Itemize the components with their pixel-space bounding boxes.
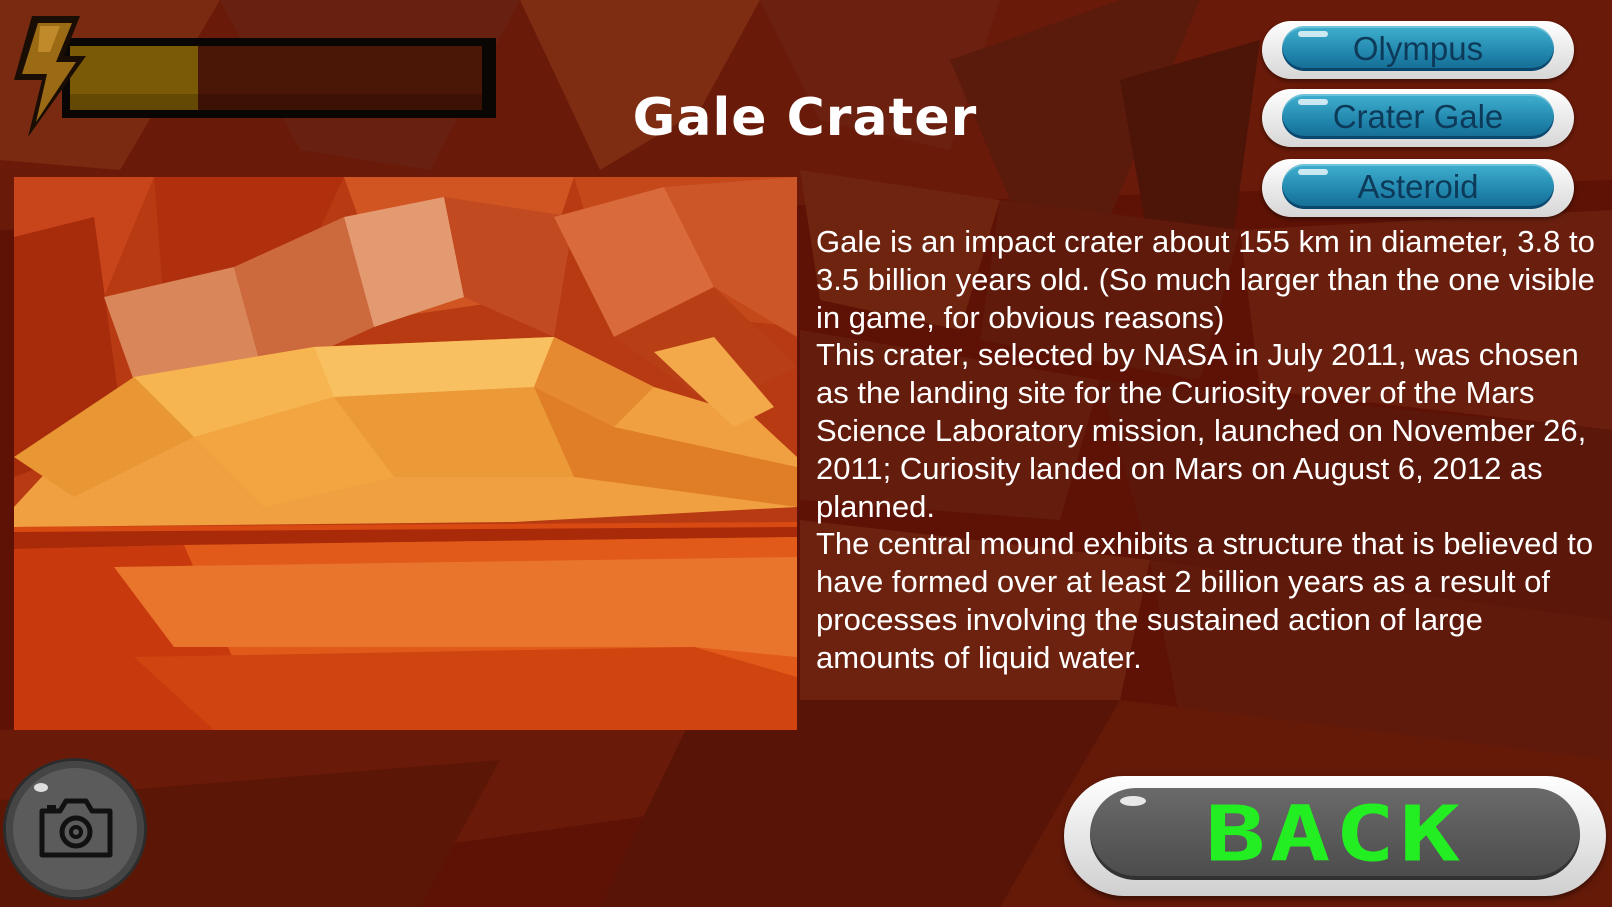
location-preview-image bbox=[14, 177, 797, 730]
button-shine bbox=[1298, 99, 1328, 105]
location-button-olympus[interactable]: Olympus bbox=[1262, 21, 1574, 79]
button-shine bbox=[1298, 169, 1328, 175]
location-button-asteroid[interactable]: Asteroid bbox=[1262, 159, 1574, 217]
lightning-bolt-icon bbox=[14, 16, 86, 137]
button-shine bbox=[1298, 31, 1328, 37]
location-description: Gale is an impact crater about 155 km in… bbox=[816, 223, 1606, 677]
page-title: Gale Crater bbox=[632, 88, 978, 148]
back-button[interactable]: BACK bbox=[1064, 776, 1606, 896]
camera-icon bbox=[39, 798, 113, 858]
button-shine bbox=[34, 783, 48, 792]
game-screen: Gale Crater Gale is an impact crater abo… bbox=[0, 0, 1612, 907]
location-button-label: Asteroid bbox=[1357, 167, 1479, 205]
description-paragraph: Gale is an impact crater about 155 km in… bbox=[816, 224, 1595, 335]
location-button-label: Crater Gale bbox=[1332, 97, 1504, 135]
back-button-label: BACK bbox=[1205, 789, 1465, 879]
description-paragraph: This crater, selected by NASA in July 20… bbox=[816, 337, 1587, 524]
energy-meter bbox=[10, 14, 500, 139]
description-paragraph: The central mound exhibits a structure t… bbox=[816, 526, 1594, 675]
location-button-crater-gale[interactable]: Crater Gale bbox=[1262, 89, 1574, 147]
energy-glare bbox=[70, 94, 482, 110]
energy-track bbox=[70, 46, 482, 110]
location-button-label: Olympus bbox=[1352, 29, 1484, 67]
camera-button[interactable] bbox=[6, 761, 144, 897]
button-shine bbox=[1120, 796, 1146, 806]
energy-bar bbox=[62, 38, 496, 118]
back-button-face: BACK bbox=[1090, 788, 1580, 880]
